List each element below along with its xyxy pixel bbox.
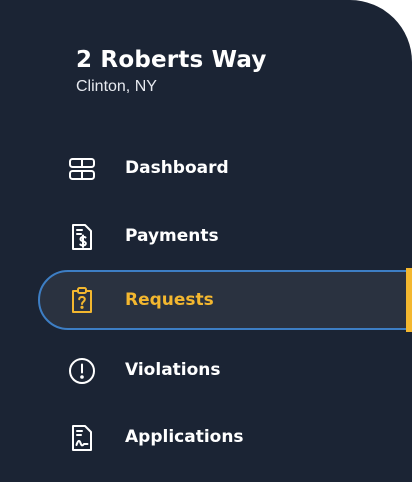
violations-exclamation-icon [67,356,97,386]
sidebar-item-violations[interactable]: Violations [0,344,412,396]
requests-clipboard-icon [67,285,97,315]
sidebar-item-label: Violations [125,360,221,380]
sidebar-item-label: Applications [125,427,244,447]
sidebar-item-label: Payments [125,226,219,246]
sidebar-item-payments[interactable]: Payments [0,210,412,262]
sidebar-item-label: Dashboard [125,158,229,178]
active-indicator-bar [406,268,412,332]
sidebar: 2 Roberts Way Clinton, NY Dashboard Paym… [0,0,412,482]
dashboard-icon [67,154,97,184]
sidebar-item-applications[interactable]: Applications [0,411,412,463]
sidebar-nav: Dashboard Payments Requests Violations A… [0,0,412,482]
sidebar-item-label: Requests [125,290,214,310]
sidebar-item-dashboard[interactable]: Dashboard [0,142,412,194]
applications-document-icon [67,423,97,453]
payments-document-icon [67,222,97,252]
sidebar-item-requests[interactable]: Requests [38,270,412,330]
